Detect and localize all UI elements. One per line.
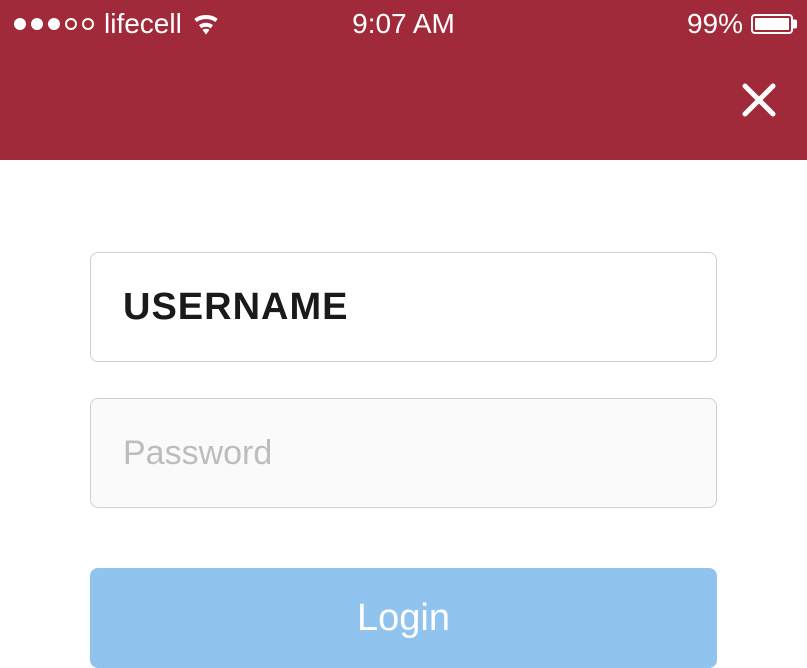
status-time: 9:07 AM (352, 8, 455, 40)
status-bar: lifecell 9:07 AM 99% (0, 0, 807, 48)
close-icon[interactable] (739, 77, 779, 132)
carrier-label: lifecell (104, 8, 182, 40)
wifi-icon (192, 13, 220, 35)
password-input[interactable] (90, 398, 717, 508)
login-form: Login (0, 160, 807, 668)
username-input[interactable] (90, 252, 717, 362)
battery-percent: 99% (687, 8, 743, 40)
status-bar-left: lifecell (14, 8, 220, 40)
login-button[interactable]: Login (90, 568, 717, 668)
signal-strength-icon (14, 18, 94, 30)
battery-icon (751, 14, 793, 34)
header (0, 48, 807, 160)
status-bar-right: 99% (687, 8, 793, 40)
